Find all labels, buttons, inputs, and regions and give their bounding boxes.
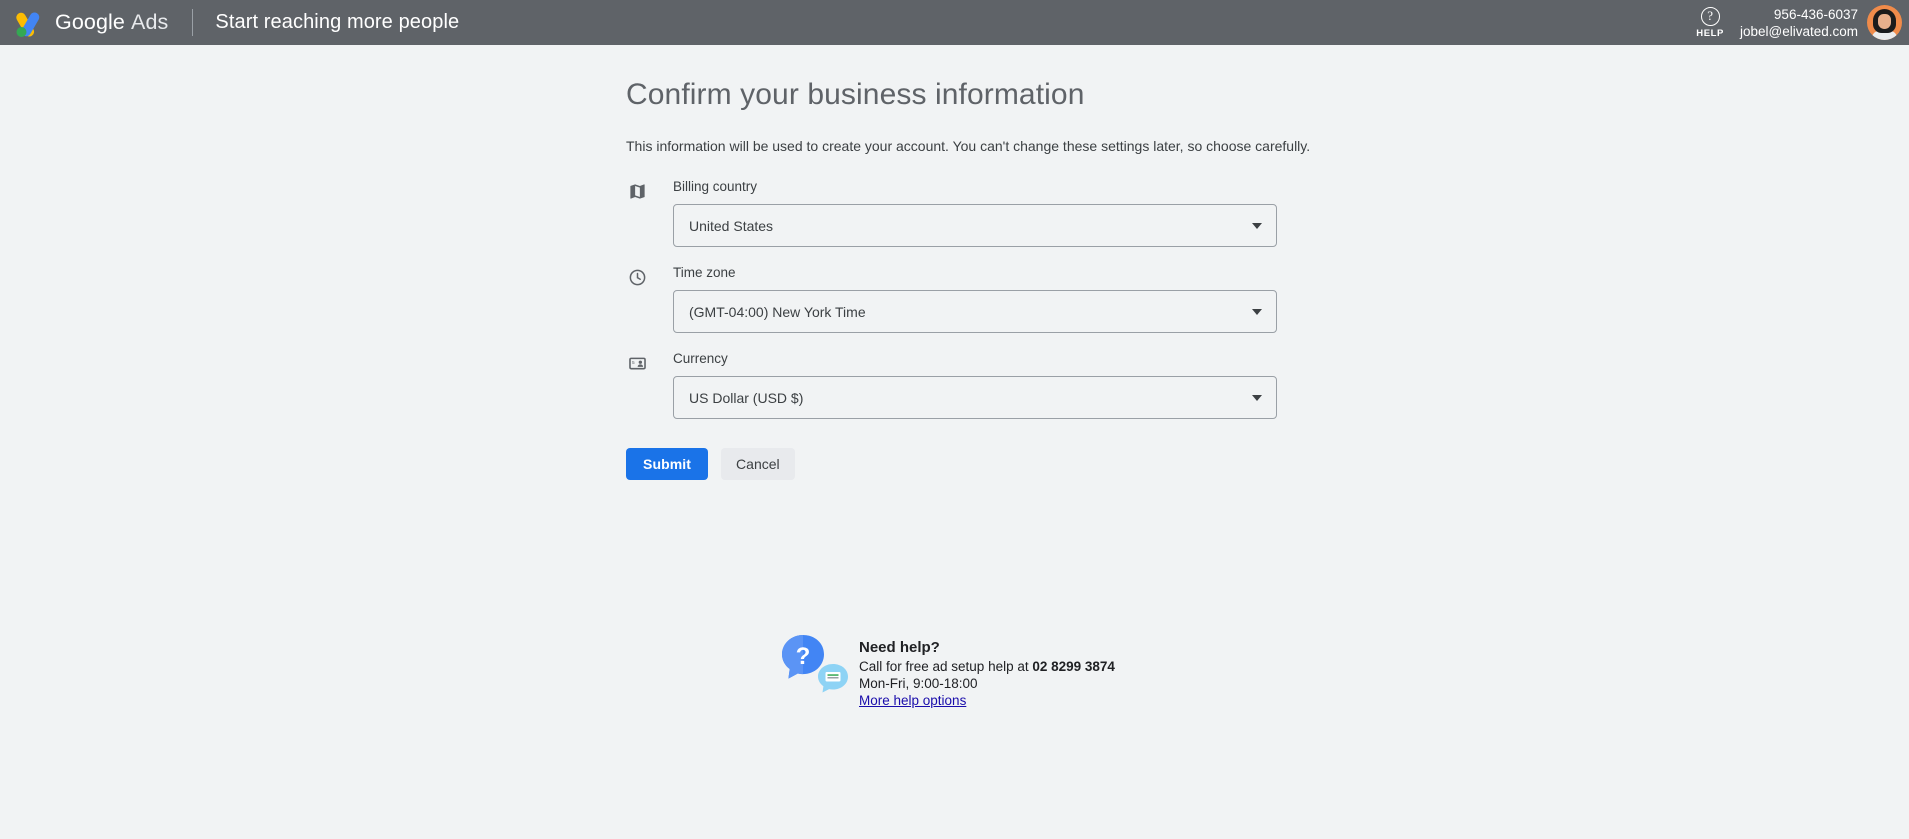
help-chat-bubble-icon: ? [779, 633, 851, 695]
brand-area[interactable]: Google Ads [11, 8, 168, 38]
field-billing-country: Billing country United States [626, 178, 1909, 247]
page-body: Confirm your business information This i… [0, 45, 1909, 708]
submit-button[interactable]: Submit [626, 448, 709, 480]
help-hours: Mon-Fri, 9:00-18:00 [859, 676, 978, 691]
brand-google-text: Google [55, 10, 125, 34]
field-time-zone: Time zone (GMT-04:00) New York Time [626, 264, 1909, 333]
form-actions: Submit Cancel [626, 448, 1909, 480]
payment-card-icon: 5 [626, 352, 648, 374]
time-zone-value: (GMT-04:00) New York Time [689, 303, 866, 320]
cancel-button[interactable]: Cancel [721, 448, 795, 480]
billing-country-select[interactable]: United States [673, 204, 1277, 247]
help-title: Need help? [859, 639, 940, 656]
chevron-down-icon [1252, 394, 1262, 401]
currency-value: US Dollar (USD $) [689, 389, 804, 406]
user-avatar-icon[interactable] [1867, 5, 1902, 40]
content-column: Confirm your business information This i… [0, 45, 1909, 480]
brand-title: Google Ads [55, 10, 169, 34]
help-circle-icon: ? [1700, 6, 1720, 26]
page-subtitle: This information will be used to create … [626, 138, 1311, 154]
business-info-form: Billing country United States Time zone … [626, 178, 1909, 480]
svg-text:?: ? [796, 643, 811, 670]
header-right-group: ? HELP 956-436-6037 jobel@elivated.com [1696, 5, 1909, 40]
time-zone-select[interactable]: (GMT-04:00) New York Time [673, 290, 1277, 333]
more-help-options-link[interactable]: More help options [859, 692, 966, 710]
field-label-time-zone: Time zone [673, 265, 736, 280]
help-phone-number: 02 8299 3874 [1032, 659, 1115, 674]
field-currency: 5 Currency US Dollar (USD $) [626, 350, 1909, 419]
avatar-face [1878, 14, 1891, 29]
clock-icon [626, 266, 648, 288]
header-tagline: Start reaching more people [215, 11, 460, 33]
page-title: Confirm your business information [626, 78, 1085, 111]
help-text-block: Need help? Call for free ad setup help a… [859, 633, 1115, 710]
help-call-prefix: Call for free ad setup help at [859, 659, 1033, 674]
help-button-label: HELP [1696, 27, 1724, 39]
header-divider [192, 9, 194, 36]
need-help-section: ? Need help? Call for free ad setup help… [779, 633, 1115, 710]
billing-country-value: United States [689, 217, 774, 234]
currency-select[interactable]: US Dollar (USD $) [673, 376, 1277, 419]
account-info: 956-436-6037 jobel@elivated.com [1740, 6, 1858, 40]
top-app-bar: Google Ads Start reaching more people ? … [0, 0, 1909, 45]
account-phone: 956-436-6037 [1773, 6, 1858, 22]
chevron-down-icon [1252, 308, 1262, 315]
field-label-billing-country: Billing country [673, 179, 758, 194]
account-email: jobel@elivated.com [1739, 23, 1858, 39]
field-label-currency: Currency [673, 351, 728, 366]
svg-text:5: 5 [631, 359, 634, 365]
map-icon [626, 180, 648, 202]
chevron-down-icon [1252, 222, 1262, 229]
google-ads-logo-icon [11, 8, 45, 38]
help-button[interactable]: ? HELP [1696, 6, 1724, 39]
help-call-line: Call for free ad setup help at 02 8299 3… [859, 658, 1115, 675]
